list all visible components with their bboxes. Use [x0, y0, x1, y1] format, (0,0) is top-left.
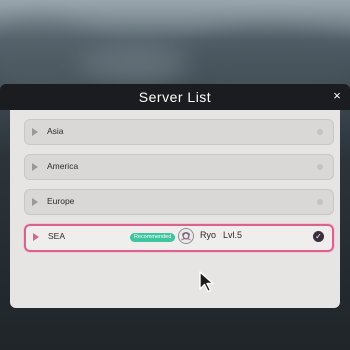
play-arrow-icon — [33, 233, 39, 241]
server-row-sea[interactable]: SEA Recommended Ryo Lvl.5 ✓ — [24, 224, 334, 252]
server-row-europe[interactable]: Europe — [24, 189, 334, 215]
status-dot-icon — [317, 164, 323, 170]
dialog-title: Server List — [138, 89, 212, 105]
server-row-america[interactable]: America — [24, 154, 334, 180]
server-name: Asia — [47, 126, 64, 136]
background-blur — [80, 45, 190, 85]
status-dot-icon — [317, 199, 323, 205]
server-name: SEA — [48, 231, 66, 241]
recommended-badge: Recommended — [130, 233, 176, 242]
player-level: Lvl.5 — [223, 230, 243, 240]
close-icon[interactable]: × — [330, 89, 344, 103]
game-background: Server List × Asia America Europe SEA Re… — [0, 0, 350, 350]
server-list-panel: Asia America Europe SEA Recommended Ryo … — [10, 110, 340, 308]
status-dot-icon — [317, 129, 323, 135]
server-name: Europe — [47, 196, 75, 206]
play-arrow-icon — [32, 128, 38, 136]
avatar-portrait-icon — [179, 229, 193, 243]
server-row-asia[interactable]: Asia — [24, 119, 334, 145]
server-name: America — [47, 161, 79, 171]
check-circle-icon: ✓ — [313, 231, 324, 242]
play-arrow-icon — [32, 163, 38, 171]
server-list-dialog: Server List × Asia America Europe SEA Re… — [0, 84, 350, 308]
mouse-pointer-icon — [199, 271, 214, 293]
player-avatar — [178, 228, 194, 244]
play-arrow-icon — [32, 198, 38, 206]
dialog-header: Server List × — [0, 84, 350, 110]
player-name: Ryo — [200, 230, 217, 240]
